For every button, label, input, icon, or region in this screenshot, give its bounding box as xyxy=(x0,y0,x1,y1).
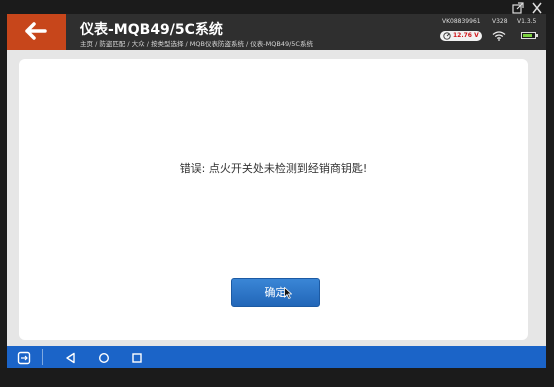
arrow-left-icon xyxy=(25,22,47,40)
remote-desktop-button[interactable] xyxy=(17,350,31,365)
gauge-icon xyxy=(443,32,451,40)
navbar-divider xyxy=(42,349,43,365)
bottom-strip xyxy=(0,368,554,387)
software-version: V1.3.5 xyxy=(517,18,537,25)
close-icon[interactable] xyxy=(530,0,544,14)
wifi-icon xyxy=(492,31,506,41)
back-button[interactable] xyxy=(7,14,66,50)
content-area: 错误: 点火开关处未检测到经销商钥匙! 确定 xyxy=(7,50,546,346)
window-controls xyxy=(0,0,554,14)
mouse-cursor-icon xyxy=(284,287,292,299)
remote-desktop-icon xyxy=(17,351,31,365)
vin-label: VK08839961 xyxy=(442,18,481,25)
breadcrumb: 主页 / 防盗匹配 / 大众 / 按类型选择 / MQB仪表防盗系统 / 仪表-… xyxy=(80,40,313,48)
nav-recent-button[interactable] xyxy=(130,350,144,364)
page-title: 仪表-MQB49/5C系统 xyxy=(80,22,223,38)
voltage-value: 12.76 V xyxy=(453,32,479,39)
hardware-version: V328 xyxy=(492,18,508,25)
voltage-badge: 12.76 V xyxy=(440,31,482,41)
battery-icon xyxy=(521,32,538,39)
nav-home-button[interactable] xyxy=(97,350,111,364)
triangle-back-icon xyxy=(66,352,75,364)
app-header: 仪表-MQB49/5C系统 主页 / 防盗匹配 / 大众 / 按类型选择 / M… xyxy=(7,14,546,50)
circle-home-icon xyxy=(98,352,110,364)
nav-back-button[interactable] xyxy=(64,350,78,364)
dialog-card: 错误: 点火开关处未检测到经销商钥匙! 确定 xyxy=(19,59,528,340)
square-recent-icon xyxy=(132,353,142,363)
ok-button[interactable]: 确定 xyxy=(231,278,320,307)
battery-level xyxy=(523,34,533,37)
system-navbar xyxy=(7,346,546,368)
error-message: 错误: 点火开关处未检测到经销商钥匙! xyxy=(179,162,368,175)
external-link-icon[interactable] xyxy=(511,0,525,14)
